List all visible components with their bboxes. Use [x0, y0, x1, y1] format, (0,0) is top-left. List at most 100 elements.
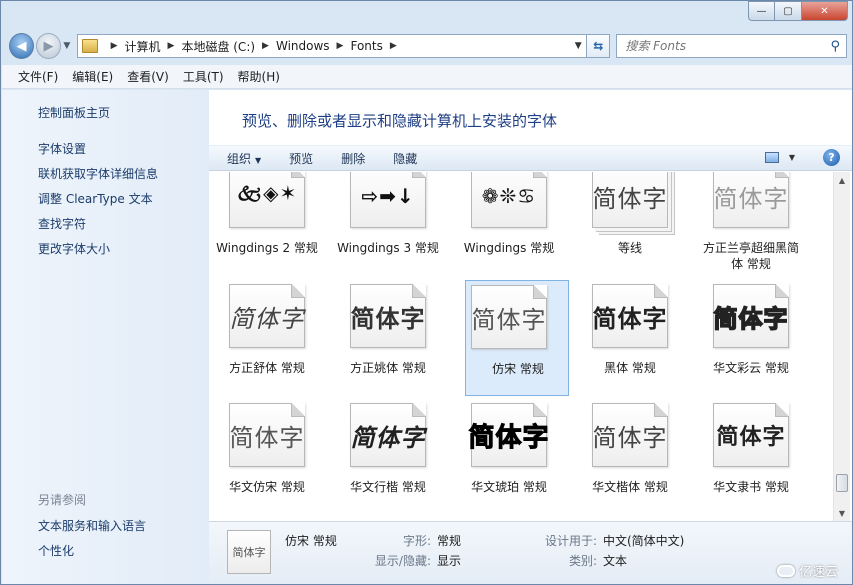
recent-pages-dropdown[interactable]: ▼	[61, 41, 73, 51]
page-fold	[291, 172, 305, 178]
arrow-left-icon: ◀	[16, 38, 27, 54]
font-tile[interactable]: 简体字 方正姚体 常规	[336, 284, 440, 400]
font-tile[interactable]: 简体字 黑体 常规	[578, 284, 682, 400]
sidebar-link-personalization[interactable]: 个性化	[38, 542, 74, 559]
chevron-right-icon[interactable]: ▶	[262, 41, 269, 51]
font-name: 方正舒体 常规	[229, 361, 305, 375]
refresh-icon: ⇆	[593, 39, 604, 53]
search-input[interactable]	[625, 39, 831, 53]
close-button[interactable]: ✕	[802, 1, 848, 21]
font-name: 仿宋 常规	[492, 362, 544, 376]
font-name: 华文仿宋 常规	[229, 480, 305, 494]
details-designed-for-label: 设计用于:	[544, 534, 597, 548]
page-fold	[654, 403, 668, 417]
refresh-button[interactable]: ⇆	[587, 34, 611, 58]
font-tile[interactable]: 简体字 等线	[578, 172, 682, 280]
font-tile[interactable]: 简体字 华文琥珀 常规	[457, 403, 561, 519]
font-tile[interactable]: 简体字 华文行楷 常规	[336, 403, 440, 519]
see-also-heading: 另请参阅	[38, 493, 87, 507]
font-tile-selected[interactable]: 简体字 仿宋 常规	[465, 280, 569, 396]
page-title: 预览、删除或者显示和隐藏计算机上安装的字体	[242, 112, 558, 130]
sidebar-link-cleartype[interactable]: 调整 ClearType 文本	[38, 190, 153, 207]
address-bar[interactable]: ▶ 计算机 ▶ 本地磁盘 (C:) ▶ Windows ▶ Fonts ▶ ▼	[76, 34, 588, 58]
font-preview: ❁❊♋	[471, 172, 547, 228]
font-tile[interactable]: 简体字 方正兰亭超细黑简体 常规	[699, 172, 803, 280]
font-tile[interactable]: 🙵◈✶ Wingdings 2 常规	[215, 172, 319, 280]
watermark-logo: 亿速云	[776, 561, 838, 580]
font-tile[interactable]: ❁❊♋ Wingdings 常规	[457, 172, 561, 280]
details-visibility-value: 显示	[437, 554, 462, 568]
hide-button[interactable]: 隐藏	[393, 150, 417, 167]
font-preview: 简体字	[713, 172, 789, 228]
chevron-right-icon[interactable]: ▶	[390, 41, 397, 51]
chevron-right-icon[interactable]: ▶	[337, 41, 344, 51]
view-options-dropdown[interactable]: ▼	[789, 153, 795, 162]
font-tile[interactable]: 简体字 华文仿宋 常规	[215, 403, 319, 519]
vertical-scrollbar[interactable]: ▲ ▼	[833, 172, 850, 521]
font-name: Wingdings 3 常规	[337, 241, 439, 255]
font-tile[interactable]: 简体字 华文隶书 常规	[699, 403, 803, 519]
font-tile[interactable]: 简体字 华文彩云 常规	[699, 284, 803, 400]
font-sample: 简体字	[713, 184, 789, 213]
back-button[interactable]: ◀	[9, 33, 35, 59]
help-icon[interactable]: ?	[823, 149, 840, 166]
font-tile[interactable]: ⇨➡↓ Wingdings 3 常规	[336, 172, 440, 280]
font-grid: 🙵◈✶ Wingdings 2 常规 ⇨➡↓ Wingdings 3 常规 ❁❊…	[209, 172, 833, 521]
menu-bar: 文件(F) 编辑(E) 查看(V) 工具(T) 帮助(H)	[2, 65, 852, 89]
breadcrumb-computer[interactable]: 计算机	[125, 38, 161, 55]
change-view-icon[interactable]	[764, 152, 779, 163]
sidebar-link-text-services[interactable]: 文本服务和输入语言	[38, 517, 146, 534]
scroll-up-icon[interactable]: ▲	[834, 172, 850, 188]
breadcrumb-windows[interactable]: Windows	[276, 39, 330, 53]
scroll-thumb[interactable]	[836, 474, 848, 492]
scroll-down-icon[interactable]: ▼	[834, 505, 850, 521]
font-tile[interactable]: 简体字 华文楷体 常规	[578, 403, 682, 519]
minimize-button[interactable]: —	[748, 1, 775, 21]
search-icon[interactable]: ⚲	[830, 39, 840, 54]
font-name: 黑体 常规	[604, 361, 656, 375]
chevron-right-icon[interactable]: ▶	[168, 41, 175, 51]
page-fold	[412, 403, 426, 417]
breadcrumb-local-disk[interactable]: 本地磁盘 (C:)	[181, 38, 255, 55]
menu-edit[interactable]: 编辑(E)	[72, 68, 113, 85]
page-fold	[291, 284, 305, 298]
font-name: 华文隶书 常规	[713, 480, 789, 494]
sidebar-link-online-font-info[interactable]: 联机获取字体详细信息	[38, 165, 158, 182]
preview-button[interactable]: 预览	[289, 150, 313, 167]
font-tile[interactable]: 简体字 方正舒体 常规	[215, 284, 319, 400]
command-bar: 组织 ▼ 预览 删除 隐藏 ▼ ?	[209, 145, 852, 171]
font-preview: 简体字	[592, 403, 668, 467]
sidebar-link-find-character[interactable]: 查找字符	[38, 215, 86, 232]
menu-view[interactable]: 查看(V)	[127, 68, 169, 85]
menu-file[interactable]: 文件(F)	[18, 68, 58, 85]
sidebar-link-change-font-size[interactable]: 更改字体大小	[38, 240, 110, 257]
breadcrumb-fonts[interactable]: Fonts	[350, 39, 382, 53]
details-style-value: 常规	[437, 534, 462, 548]
forward-button[interactable]: ▶	[36, 33, 62, 59]
sidebar-link-control-panel-home[interactable]: 控制面板主页	[38, 104, 110, 121]
details-visibility-label: 显示/隐藏:	[374, 554, 431, 568]
page-fold	[533, 403, 547, 417]
details-font-thumbnail: 简体字	[227, 530, 271, 574]
details-style-label: 字形:	[402, 534, 431, 548]
toolbar-right: ▼ ?	[764, 149, 840, 166]
font-sample: 简体字	[350, 304, 426, 333]
font-preview: 简体字	[471, 285, 547, 349]
font-preview: 简体字	[350, 403, 426, 467]
font-preview: 简体字	[592, 284, 668, 348]
organize-label: 组织	[227, 151, 252, 166]
organize-button[interactable]: 组织 ▼	[227, 150, 261, 167]
search-field[interactable]: ⚲	[616, 34, 847, 58]
font-preview: 简体字	[350, 284, 426, 348]
sidebar: 控制面板主页 字体设置 联机获取字体详细信息 调整 ClearType 文本 查…	[2, 90, 209, 584]
maximize-button[interactable]: ▢	[775, 1, 802, 21]
font-sample: 简体字	[716, 425, 786, 450]
menu-help[interactable]: 帮助(H)	[238, 68, 280, 85]
font-name: 华文琥珀 常规	[471, 480, 547, 494]
delete-button[interactable]: 删除	[341, 150, 365, 167]
explorer-window: — ▢ ✕ ◀ ▶ ▼ ▶ 计算机 ▶ 本地磁盘 (C:) ▶ Windows …	[0, 0, 853, 585]
menu-tools[interactable]: 工具(T)	[183, 68, 224, 85]
address-history-dropdown[interactable]: ▼	[570, 41, 586, 51]
chevron-right-icon[interactable]: ▶	[111, 41, 118, 51]
sidebar-link-font-settings[interactable]: 字体设置	[38, 140, 86, 157]
